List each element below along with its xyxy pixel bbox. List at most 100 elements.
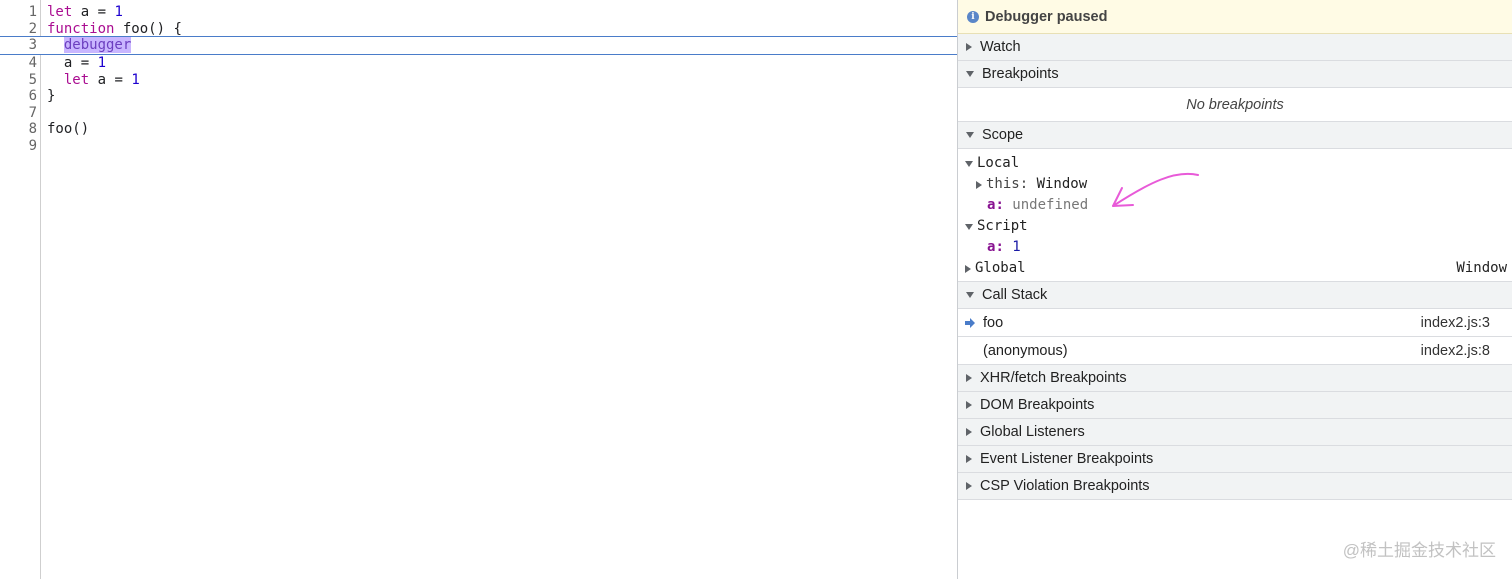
code-text: let a = 1 — [47, 4, 123, 21]
info-icon: i — [967, 10, 979, 23]
code-token: a = — [72, 4, 115, 20]
code-text: debugger — [47, 37, 132, 54]
scope-this-row[interactable]: this: Window — [958, 174, 1512, 195]
keyword-token: function — [47, 20, 115, 37]
this-key: this — [986, 176, 1020, 192]
line-number[interactable]: 4 — [0, 55, 37, 72]
code-line[interactable]: 1 let a = 1 — [0, 4, 957, 21]
global-listeners-pane-header[interactable]: Global Listeners — [958, 419, 1512, 446]
code-token: foo() { — [114, 20, 182, 37]
xhr-breakpoints-pane-header[interactable]: XHR/fetch Breakpoints — [958, 365, 1512, 392]
code-line[interactable]: 2 function foo() { — [0, 21, 957, 38]
expand-icon — [966, 43, 972, 51]
dom-breakpoints-label: DOM Breakpoints — [980, 397, 1095, 413]
breakpoints-label: Breakpoints — [982, 66, 1059, 82]
call-frame-name: (anonymous) — [983, 342, 1068, 359]
script-a-value: 1 — [1012, 239, 1021, 255]
code-line[interactable]: 5 let a = 1 — [0, 72, 957, 89]
current-frame-arrow-icon — [965, 318, 975, 328]
csp-violation-breakpoints-label: CSP Violation Breakpoints — [980, 478, 1150, 494]
keyword-token: let — [47, 4, 73, 20]
scope-global-label: Global — [975, 260, 1026, 276]
collapse-icon — [966, 71, 974, 77]
call-frame-location[interactable]: index2.js:3 — [1421, 315, 1490, 331]
debugger-sidebar: i Debugger paused Watch Breakpoints No b… — [957, 0, 1512, 579]
call-frame-location[interactable]: index2.js:8 — [1421, 343, 1490, 359]
highlighted-token: debugger — [63, 37, 132, 53]
scope-local-a-row[interactable]: a: undefined — [958, 195, 1512, 216]
expand-icon — [966, 374, 972, 382]
breakpoints-pane-header[interactable]: Breakpoints — [958, 61, 1512, 88]
code-text: } — [47, 88, 55, 105]
collapse-icon — [966, 292, 974, 298]
line-number[interactable]: 8 — [0, 121, 37, 138]
csp-violation-breakpoints-pane-header[interactable]: CSP Violation Breakpoints — [958, 473, 1512, 500]
scope-local[interactable]: Local — [958, 153, 1512, 174]
line-number[interactable]: 1 — [0, 4, 37, 21]
code-line[interactable]: 7 — [0, 105, 957, 122]
collapse-icon — [965, 160, 973, 167]
call-frame-name: foo — [983, 314, 1004, 331]
scope-script-label: Script — [977, 218, 1028, 234]
collapse-icon — [966, 132, 974, 138]
watch-pane-header[interactable]: Watch — [958, 34, 1512, 61]
source-editor[interactable]: 1 let a = 1 2 function foo() {3 debugger 4 a… — [0, 0, 957, 579]
scope-local-label: Local — [977, 155, 1020, 171]
scope-global[interactable]: Global Window — [958, 258, 1512, 279]
watch-label: Watch — [980, 39, 1021, 55]
code-token: a = — [47, 55, 98, 71]
call-frame-row[interactable]: (anonymous) index2.js:8 — [958, 337, 1512, 365]
expand-icon — [965, 264, 971, 273]
code-line[interactable]: 9 — [0, 138, 957, 155]
expand-icon — [966, 428, 972, 436]
code-token: } — [47, 88, 56, 104]
line-number[interactable]: 9 — [0, 138, 37, 155]
number-token: 1 — [131, 71, 140, 88]
debugger-paused-banner: i Debugger paused — [958, 0, 1512, 34]
code-token: foo() — [47, 121, 90, 137]
code-line[interactable]: 6} — [0, 88, 957, 105]
annotation-arrow-icon — [1112, 173, 1199, 207]
call-stack-label: Call Stack — [982, 287, 1048, 303]
line-number[interactable]: 5 — [0, 72, 37, 89]
scope-script[interactable]: Script — [958, 216, 1512, 237]
collapse-icon — [965, 223, 973, 230]
line-number[interactable]: 7 — [0, 105, 37, 122]
code-text: let a = 1 — [47, 72, 140, 89]
global-value: Window — [1456, 260, 1507, 276]
dom-breakpoints-pane-header[interactable]: DOM Breakpoints — [958, 392, 1512, 419]
keyword-token: let — [63, 71, 90, 88]
watermark: @稀土掘金技术社区 — [1342, 541, 1496, 560]
code-text: a = 1 — [47, 55, 106, 72]
line-number[interactable]: 3 — [0, 37, 37, 54]
scope-pane-header[interactable]: Scope — [958, 122, 1512, 149]
script-a-key: a — [987, 239, 996, 255]
line-number[interactable]: 2 — [0, 21, 37, 38]
scope-label: Scope — [982, 127, 1024, 143]
no-breakpoints-message: No breakpoints — [958, 88, 1512, 122]
paused-message: Debugger paused — [985, 8, 1108, 25]
expand-icon — [966, 482, 972, 490]
global-listeners-label: Global Listeners — [980, 424, 1085, 440]
scope-tree: Local this: Window a: undefined Script a… — [958, 149, 1512, 282]
local-a-key: a — [987, 197, 996, 213]
number-token: 1 — [97, 55, 107, 71]
number-token: 1 — [114, 4, 123, 20]
code-text: function foo() { — [47, 21, 182, 38]
code-line[interactable]: 4 a = 1 — [0, 55, 957, 72]
code-token: a = — [89, 71, 132, 88]
paused-code-line[interactable]: 3 debugger — [0, 36, 957, 55]
code-line[interactable]: 8 foo() — [0, 121, 957, 138]
call-stack-pane-header[interactable]: Call Stack — [958, 282, 1512, 309]
local-a-value: undefined — [1012, 197, 1089, 213]
line-number[interactable]: 6 — [0, 88, 37, 105]
expand-icon — [976, 180, 982, 189]
expand-icon — [966, 401, 972, 409]
scope-script-a-row[interactable]: a: 1 — [958, 237, 1512, 258]
xhr-breakpoints-label: XHR/fetch Breakpoints — [980, 370, 1127, 386]
event-listener-breakpoints-pane-header[interactable]: Event Listener Breakpoints — [958, 446, 1512, 473]
call-frame-row[interactable]: foo index2.js:3 — [958, 309, 1512, 337]
this-value: Window — [1036, 176, 1088, 192]
